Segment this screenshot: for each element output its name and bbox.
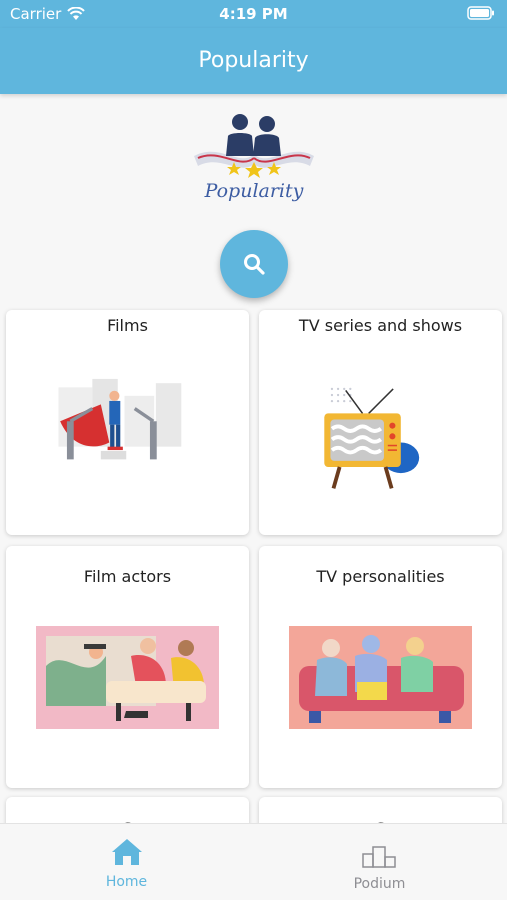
navigation-bar: Popularity (0, 28, 507, 94)
category-card-films[interactable]: Films (6, 310, 249, 535)
category-card-film-actors[interactable]: Film actors (6, 546, 249, 788)
logo-people-icon (194, 114, 314, 178)
tv-personalities-illustration (289, 626, 472, 729)
category-title: TV series and shows (298, 316, 463, 335)
tab-podium[interactable]: Podium (253, 824, 506, 900)
category-title: Films (107, 316, 148, 335)
page-title: Popularity (198, 48, 309, 73)
app-logo: Popularity (190, 112, 318, 208)
podium-icon (362, 846, 396, 868)
category-card-6[interactable]: S (259, 797, 502, 823)
tab-home[interactable]: Home (0, 824, 253, 900)
category-title: TV personalities (316, 567, 445, 586)
logo-text: Popularity (204, 180, 304, 202)
film-illustration (58, 378, 182, 460)
home-icon (112, 839, 142, 865)
category-card-tv-personalities[interactable]: TV personalities (259, 546, 502, 788)
category-card-tv-series[interactable]: TV series and shows (259, 310, 502, 535)
tab-label-home: Home (105, 874, 148, 890)
status-time: 4:19 PM (219, 5, 288, 23)
category-title: Film actors (83, 567, 172, 586)
tab-bar: Home Podium (0, 823, 507, 900)
film-actors-illustration (36, 626, 219, 729)
status-bar: Carrier 4:19 PM (0, 0, 507, 28)
tab-label-podium: Podium (353, 876, 406, 892)
battery-icon (467, 6, 495, 24)
search-button[interactable] (220, 230, 288, 298)
search-icon (244, 254, 265, 275)
category-card-5[interactable]: S (6, 797, 249, 823)
tv-illustration (324, 387, 420, 489)
home-content[interactable]: Popularity Films TV series and shows Fil… (0, 94, 507, 823)
